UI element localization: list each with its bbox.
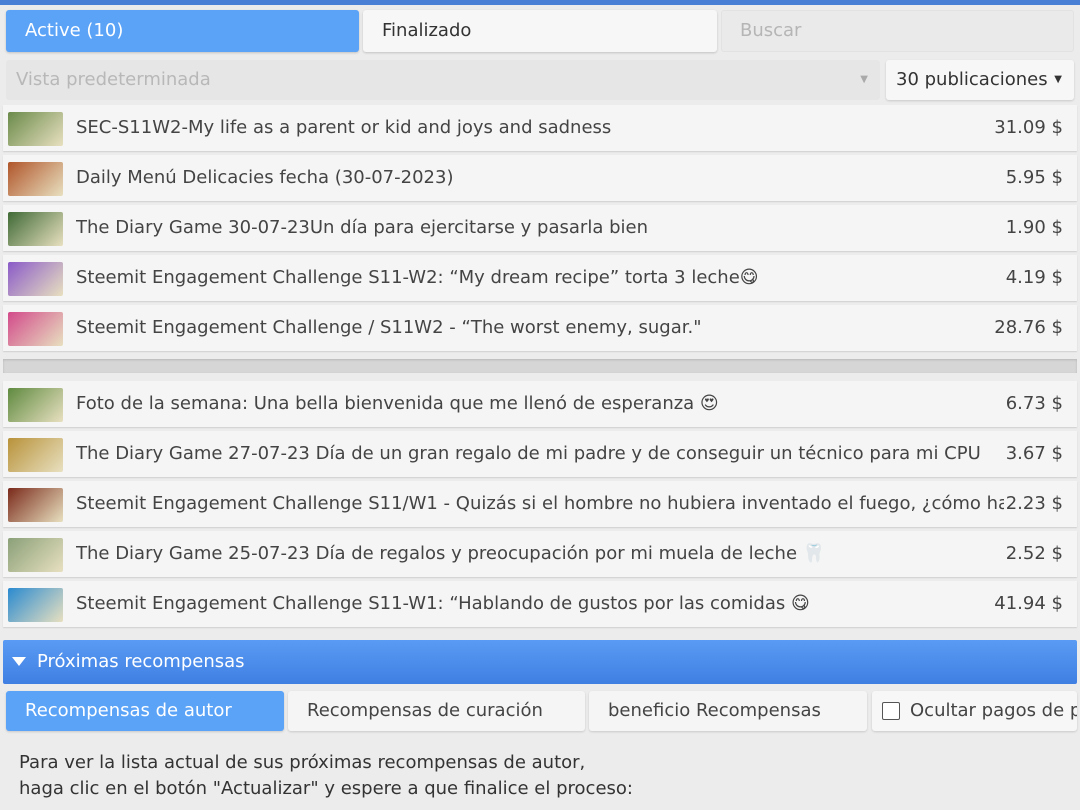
tab-author-rewards[interactable]: Recompensas de autor bbox=[6, 691, 284, 731]
post-payout-amount: 2.23 $ bbox=[1005, 493, 1063, 514]
post-row[interactable]: The Diary Game 27-07-23 Día de un gran r… bbox=[3, 431, 1077, 477]
post-title[interactable]: Steemit Engagement Challenge / S11W2 - “… bbox=[76, 305, 1004, 351]
post-thumbnail[interactable] bbox=[8, 312, 63, 346]
post-title[interactable]: The Diary Game 30-07-23Un día para ejerc… bbox=[76, 205, 1004, 251]
post-row[interactable]: Steemit Engagement Challenge S11-W1: “Ha… bbox=[3, 581, 1077, 627]
post-title[interactable]: Steemit Engagement Challenge S11-W2: “My… bbox=[76, 255, 1004, 301]
expand-triangle-icon bbox=[12, 657, 26, 666]
info-line-1: Para ver la lista actual de sus próximas… bbox=[19, 752, 586, 773]
list-separator bbox=[3, 359, 1077, 373]
post-thumbnail[interactable] bbox=[8, 488, 63, 522]
view-select[interactable]: Vista predeterminada ▼ bbox=[6, 60, 880, 100]
tab-active[interactable]: Active (10) bbox=[6, 10, 359, 52]
post-thumbnail[interactable] bbox=[8, 538, 63, 572]
post-row[interactable]: Steemit Engagement Challenge S11/W1 - Qu… bbox=[3, 481, 1077, 527]
post-row[interactable]: Steemit Engagement Challenge / S11W2 - “… bbox=[3, 305, 1077, 351]
filter-bar: Vista predeterminada ▼ 30 publicaciones … bbox=[6, 60, 1074, 100]
view-select-label: Vista predeterminada bbox=[16, 69, 211, 90]
post-count-label: 30 publicaciones bbox=[896, 69, 1048, 90]
rewards-info-text: Para ver la lista actual de sus próximas… bbox=[19, 750, 1059, 802]
post-thumbnail[interactable] bbox=[8, 388, 63, 422]
post-payout-amount: 41.94 $ bbox=[994, 593, 1063, 614]
top-accent-line bbox=[0, 0, 1080, 5]
post-row[interactable]: Daily Menú Delicacies fecha (30-07-2023)… bbox=[3, 155, 1077, 201]
post-title[interactable]: Steemit Engagement Challenge S11/W1 - Qu… bbox=[76, 481, 1004, 527]
tab-finished[interactable]: Finalizado bbox=[363, 10, 717, 52]
post-thumbnail[interactable] bbox=[8, 162, 63, 196]
tab-benefit-rewards[interactable]: beneficio Recompensas bbox=[589, 691, 867, 731]
post-row[interactable]: SEC-S11W2-My life as a parent or kid and… bbox=[3, 105, 1077, 151]
post-thumbnail[interactable] bbox=[8, 262, 63, 296]
post-title[interactable]: Foto de la semana: Una bella bienvenida … bbox=[76, 381, 1004, 427]
chevron-down-icon: ▼ bbox=[860, 74, 868, 85]
search-input[interactable]: Buscar bbox=[721, 10, 1074, 52]
post-payout-amount: 4.19 $ bbox=[1005, 267, 1063, 288]
post-row[interactable]: Foto de la semana: Una bella bienvenida … bbox=[3, 381, 1077, 427]
hide-payouts-checkbox[interactable] bbox=[882, 702, 900, 720]
upcoming-rewards-title: Próximas recompensas bbox=[37, 651, 245, 672]
hide-payouts-toggle[interactable]: Ocultar pagos de post bbox=[872, 691, 1077, 731]
post-payout-amount: 31.09 $ bbox=[994, 117, 1063, 138]
post-thumbnail[interactable] bbox=[8, 112, 63, 146]
hide-payouts-label: Ocultar pagos de post bbox=[910, 700, 1077, 721]
info-line-2: haga clic en el botón "Actualizar" y esp… bbox=[19, 778, 633, 799]
upcoming-rewards-header[interactable]: Próximas recompensas bbox=[3, 640, 1077, 684]
post-row[interactable]: The Diary Game 30-07-23Un día para ejerc… bbox=[3, 205, 1077, 251]
post-row[interactable]: The Diary Game 25-07-23 Día de regalos y… bbox=[3, 531, 1077, 577]
post-title[interactable]: The Diary Game 27-07-23 Día de un gran r… bbox=[76, 431, 1004, 477]
chevron-down-icon: ▼ bbox=[1054, 74, 1062, 85]
post-title[interactable]: Daily Menú Delicacies fecha (30-07-2023) bbox=[76, 155, 1004, 201]
post-count-select[interactable]: 30 publicaciones ▼ bbox=[886, 60, 1074, 100]
post-title[interactable]: The Diary Game 25-07-23 Día de regalos y… bbox=[76, 531, 1004, 577]
post-payout-amount: 28.76 $ bbox=[994, 317, 1063, 338]
post-thumbnail[interactable] bbox=[8, 212, 63, 246]
tab-curation-rewards[interactable]: Recompensas de curación bbox=[288, 691, 585, 731]
post-thumbnail[interactable] bbox=[8, 438, 63, 472]
post-payout-amount: 2.52 $ bbox=[1005, 543, 1063, 564]
post-payout-amount: 5.95 $ bbox=[1005, 167, 1063, 188]
post-payout-amount: 6.73 $ bbox=[1005, 393, 1063, 414]
post-title[interactable]: Steemit Engagement Challenge S11-W1: “Ha… bbox=[76, 581, 1004, 627]
post-row[interactable]: Steemit Engagement Challenge S11-W2: “My… bbox=[3, 255, 1077, 301]
post-payout-amount: 1.90 $ bbox=[1005, 217, 1063, 238]
post-payout-amount: 3.67 $ bbox=[1005, 443, 1063, 464]
post-title[interactable]: SEC-S11W2-My life as a parent or kid and… bbox=[76, 105, 1004, 151]
post-status-tabs: Active (10) Finalizado Buscar bbox=[6, 10, 1074, 52]
post-thumbnail[interactable] bbox=[8, 588, 63, 622]
